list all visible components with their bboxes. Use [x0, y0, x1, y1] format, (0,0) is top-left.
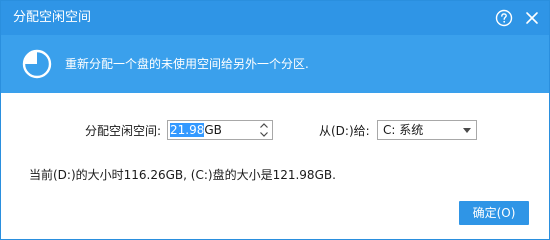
title-bar: 分配空闲空间	[1, 1, 549, 35]
spin-arrows	[257, 121, 271, 139]
pie-chart-icon	[22, 49, 52, 79]
free-space-number: 21.98	[170, 123, 205, 137]
banner-text: 重新分配一个盘的未使用空间给另外一个分区.	[65, 57, 309, 71]
target-partition-select[interactable]: C: 系统	[377, 120, 477, 140]
allocate-free-space-dialog: 分配空闲空间 重新分配一个盘的未使用空间给另外一个分区. 分配空闲空间: 21.…	[0, 0, 550, 240]
ok-button[interactable]: 确定(O)	[459, 201, 529, 225]
free-space-unit: GB	[204, 123, 222, 137]
partition-size-info: 当前(D:)的大小时116.26GB, (C:)盘的大小是121.98GB.	[29, 168, 336, 182]
close-icon[interactable]	[523, 9, 541, 27]
dropdown-arrow-icon[interactable]	[462, 125, 472, 135]
spin-up-icon[interactable]	[257, 121, 271, 130]
from-drive-label: 从(D:)给:	[319, 124, 370, 138]
free-space-label: 分配空闲空间:	[85, 124, 162, 138]
spin-down-icon[interactable]	[257, 130, 271, 139]
free-space-value[interactable]: 21.98GB	[170, 122, 222, 138]
window-title: 分配空闲空间	[13, 10, 92, 25]
help-icon[interactable]	[495, 9, 513, 27]
free-space-spinbox[interactable]: 21.98GB	[167, 120, 273, 140]
info-banner: 重新分配一个盘的未使用空间给另外一个分区.	[1, 35, 549, 93]
target-partition-value: C: 系统	[383, 123, 424, 137]
